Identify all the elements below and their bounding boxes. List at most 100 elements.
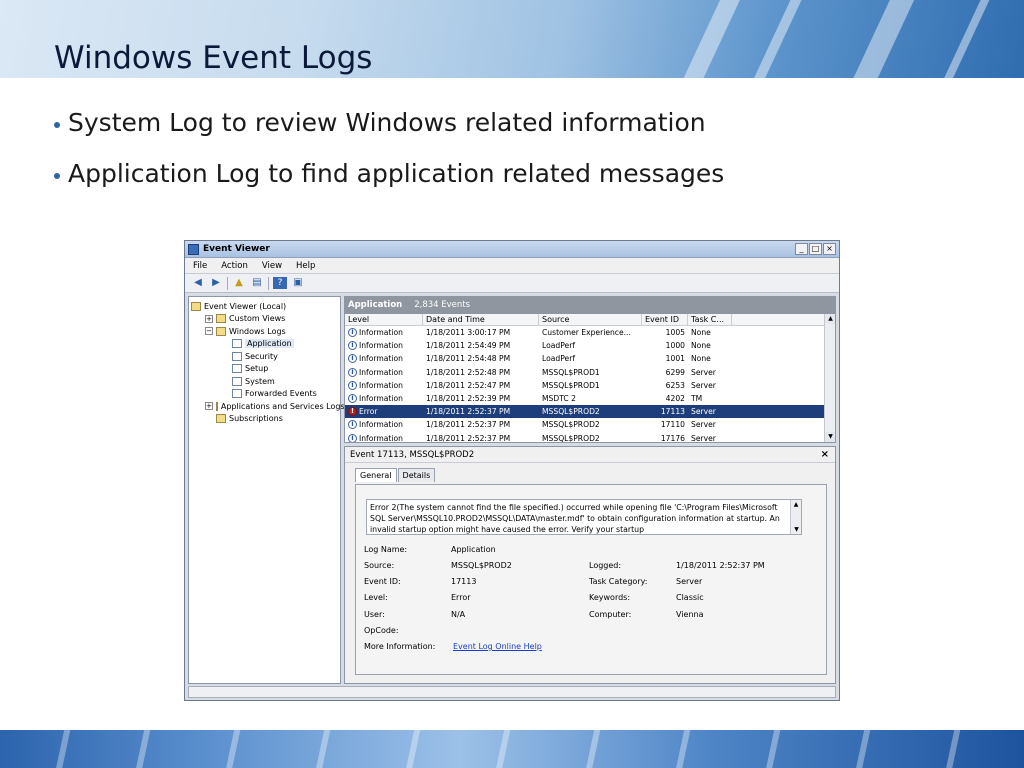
event-row[interactable]: i Information 1/18/2011 2:54:48 PM LoadPerf… bbox=[345, 352, 835, 365]
event-list-scrollbar[interactable]: ▲ ▼ bbox=[824, 314, 835, 442]
logged-value: 1/18/2011 2:52:37 PM bbox=[676, 561, 765, 570]
navigation-tree: Event Viewer (Local) + Custom Views − Window… bbox=[188, 296, 345, 684]
event-level: Information bbox=[359, 394, 403, 404]
tab-general[interactable]: General bbox=[355, 468, 397, 482]
log-icon bbox=[232, 339, 242, 349]
event-row[interactable]: i Information 1/18/2011 3:00:17 PM Customer… bbox=[345, 326, 835, 339]
menu-help[interactable]: Help bbox=[296, 261, 315, 271]
event-task-category: None bbox=[691, 328, 711, 338]
event-log-online-help-link[interactable]: Event Log Online Help bbox=[453, 642, 542, 651]
event-source: MSSQL$PROD2 bbox=[542, 433, 600, 443]
log-icon bbox=[232, 376, 242, 386]
bullet-item: Application Log to find application rela… bbox=[54, 159, 724, 188]
event-level: Information bbox=[359, 433, 403, 443]
level-value: Error bbox=[451, 593, 471, 602]
event-source: MSSQL$PROD2 bbox=[542, 407, 600, 417]
event-level: Information bbox=[359, 367, 403, 377]
column-event-id[interactable]: Event ID bbox=[642, 314, 688, 325]
event-level: Information bbox=[359, 341, 403, 351]
scroll-down-icon[interactable]: ▼ bbox=[825, 432, 835, 442]
tree-item-windows-logs[interactable]: − Windows Logs bbox=[191, 325, 338, 338]
log-icon bbox=[232, 364, 242, 374]
tree-item-application[interactable]: Application bbox=[191, 338, 338, 351]
tree-item-label: Subscriptions bbox=[229, 414, 283, 424]
tree-item-label: Setup bbox=[245, 364, 269, 374]
event-date-time: 1/18/2011 2:54:49 PM bbox=[426, 341, 511, 351]
menu-action[interactable]: Action bbox=[221, 261, 248, 271]
event-row[interactable]: i Information 1/18/2011 2:52:39 PM MSDTC 2 4… bbox=[345, 392, 835, 405]
event-level: Information bbox=[359, 380, 403, 390]
back-arrow-icon[interactable]: ◀ bbox=[191, 277, 205, 289]
show-hide-pane-icon[interactable]: ▣ bbox=[291, 277, 305, 289]
event-id: 4202 bbox=[665, 394, 685, 404]
slide: Windows Event Logs System Log to review … bbox=[0, 0, 1024, 768]
close-button[interactable]: × bbox=[823, 243, 836, 255]
tree-item-system[interactable]: System bbox=[191, 375, 338, 388]
column-source[interactable]: Source bbox=[539, 314, 642, 325]
tree-item-security[interactable]: Security bbox=[191, 350, 338, 363]
event-row[interactable]: i Information 1/18/2011 2:54:49 PM LoadPerf… bbox=[345, 339, 835, 352]
event-row[interactable]: ! Error 1/18/2011 2:52:37 PM MSSQL$PROD2 171… bbox=[345, 405, 835, 419]
properties-icon[interactable]: ▤ bbox=[250, 277, 264, 289]
event-source: Customer Experience... bbox=[542, 328, 631, 338]
tree-item-event-viewer-local-[interactable]: Event Viewer (Local) bbox=[191, 300, 338, 313]
event-source: MSSQL$PROD1 bbox=[542, 367, 600, 377]
event-id: 1005 bbox=[665, 328, 685, 338]
user-label: User: bbox=[364, 610, 385, 619]
event-level: Information bbox=[359, 328, 403, 338]
event-row[interactable]: i Information 1/18/2011 2:52:37 PM MSSQL$PR… bbox=[345, 418, 835, 431]
menu-view[interactable]: View bbox=[262, 261, 282, 271]
window-title: Event Viewer bbox=[203, 244, 270, 254]
column-task-category[interactable]: Task C... bbox=[688, 314, 732, 325]
tree-item-applications-and-services-logs[interactable]: + Applications and Services Logs bbox=[191, 400, 345, 413]
event-message[interactable]: Error 2(The system cannot find the file … bbox=[366, 499, 802, 535]
tree-item-label: Application bbox=[245, 339, 294, 349]
msg-scroll-up-icon[interactable]: ▲ bbox=[791, 500, 801, 509]
msg-scroll-down-icon[interactable]: ▼ bbox=[791, 525, 801, 534]
column-level[interactable]: Level bbox=[345, 314, 423, 325]
event-date-time: 1/18/2011 2:54:48 PM bbox=[426, 354, 511, 364]
bullet-item: System Log to review Windows related inf… bbox=[54, 108, 724, 137]
close-detail-icon[interactable]: × bbox=[821, 449, 829, 460]
event-task-category: Server bbox=[691, 433, 716, 443]
message-scrollbar[interactable]: ▲ ▼ bbox=[790, 500, 801, 534]
column-date-time[interactable]: Date and Time bbox=[423, 314, 539, 325]
help-icon[interactable]: ? bbox=[273, 277, 287, 289]
tree-item-setup[interactable]: Setup bbox=[191, 363, 338, 376]
event-date-time: 1/18/2011 2:52:37 PM bbox=[426, 433, 511, 443]
keywords-label: Keywords: bbox=[589, 593, 631, 602]
folder-icon bbox=[216, 314, 226, 324]
event-source: LoadPerf bbox=[542, 354, 575, 364]
up-folder-icon[interactable]: ▲ bbox=[232, 277, 246, 289]
minimize-button[interactable]: _ bbox=[795, 243, 808, 255]
slide-title: Windows Event Logs bbox=[54, 40, 373, 76]
tree-expander-icon[interactable]: + bbox=[205, 402, 213, 411]
window-titlebar[interactable]: Event Viewer _ □ × bbox=[185, 241, 839, 258]
maximize-button[interactable]: □ bbox=[809, 243, 822, 255]
tree-expander-icon[interactable]: + bbox=[205, 314, 213, 323]
tree-item-forwarded-events[interactable]: Forwarded Events bbox=[191, 388, 338, 401]
source-label: Source: bbox=[364, 561, 395, 570]
event-date-time: 1/18/2011 2:52:37 PM bbox=[426, 420, 511, 430]
event-level: Error bbox=[359, 407, 378, 417]
user-value: N/A bbox=[451, 610, 466, 619]
event-task-category: Server bbox=[691, 407, 716, 417]
tree-item-subscriptions[interactable]: Subscriptions bbox=[191, 413, 338, 426]
event-message-text: Error 2(The system cannot find the file … bbox=[370, 503, 780, 534]
event-row[interactable]: i Information 1/18/2011 2:52:47 PM MSSQL$PR… bbox=[345, 379, 835, 392]
status-bar bbox=[188, 686, 836, 698]
event-source: MSSQL$PROD2 bbox=[542, 420, 600, 430]
tree-expander-icon[interactable]: − bbox=[205, 327, 213, 336]
menu-file[interactable]: File bbox=[193, 261, 207, 271]
event-row[interactable]: i Information 1/18/2011 2:52:48 PM MSSQL$PR… bbox=[345, 366, 835, 379]
tree-item-custom-views[interactable]: + Custom Views bbox=[191, 313, 338, 326]
log-icon bbox=[232, 389, 242, 399]
tree-item-label: Custom Views bbox=[229, 314, 286, 324]
tree-item-label: Security bbox=[245, 351, 278, 361]
event-row[interactable]: i Information 1/18/2011 2:52:37 PM MSSQL$PR… bbox=[345, 432, 835, 443]
tab-details[interactable]: Details bbox=[397, 468, 436, 482]
log-icon bbox=[232, 351, 242, 361]
event-list: Level Date and Time Source Event ID Task… bbox=[344, 313, 836, 443]
forward-arrow-icon[interactable]: ▶ bbox=[209, 277, 223, 289]
scroll-up-icon[interactable]: ▲ bbox=[825, 314, 835, 324]
